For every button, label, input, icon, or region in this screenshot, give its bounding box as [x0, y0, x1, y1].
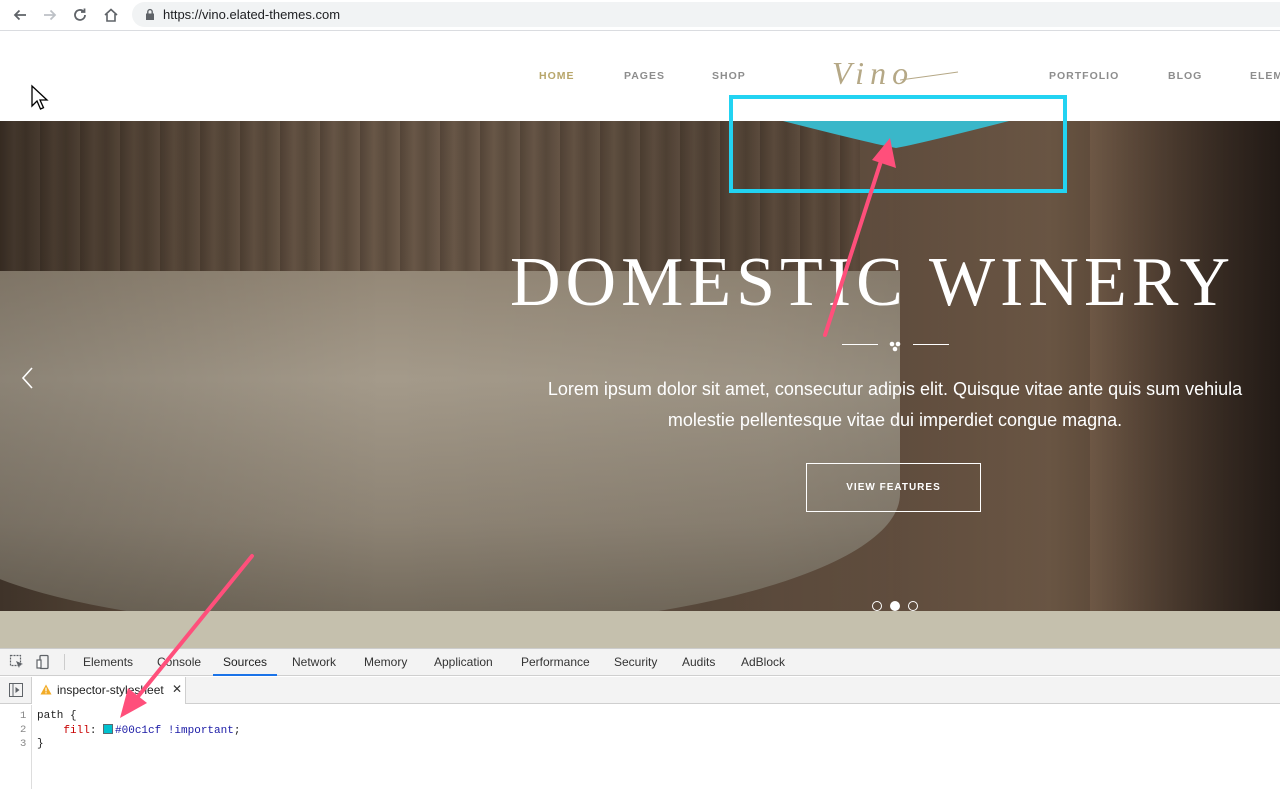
line-gutter: 1 2 3	[0, 705, 32, 789]
tab-network[interactable]: Network	[290, 649, 338, 676]
code-line-3: }	[37, 738, 44, 750]
menu-item-elements[interactable]: ELEM	[1250, 70, 1280, 82]
divider-ornament-icon	[889, 341, 901, 352]
line-number: 3	[20, 738, 27, 750]
hero-title: DOMESTIC WINERY	[510, 244, 1236, 321]
forward-icon[interactable]	[39, 4, 61, 26]
highlight-box	[729, 95, 1067, 193]
hero-slider: DOMESTIC WINERY Lorem ipsum dolor sit am…	[0, 121, 1280, 611]
inspect-element-icon[interactable]	[9, 654, 25, 670]
menu-item-blog[interactable]: BLOG	[1168, 70, 1202, 82]
slider-pagination	[872, 601, 918, 611]
hero-text-line-1: Lorem ipsum dolor sit amet, consecutur a…	[547, 379, 1243, 399]
tab-audits[interactable]: Audits	[680, 649, 717, 676]
menu-item-pages[interactable]: PAGES	[624, 70, 665, 82]
hero-overlay	[0, 121, 1280, 611]
back-icon[interactable]	[9, 4, 31, 26]
mouse-cursor-icon	[31, 84, 49, 110]
tab-elements[interactable]: Elements	[81, 649, 135, 676]
tab-security[interactable]: Security	[612, 649, 659, 676]
close-icon[interactable]: ✕	[172, 682, 182, 696]
tab-sources[interactable]: Sources	[213, 649, 278, 676]
reload-icon[interactable]	[69, 4, 91, 26]
slide-bullet-1[interactable]	[872, 601, 882, 611]
color-swatch[interactable]	[103, 724, 114, 734]
lock-icon	[146, 8, 154, 20]
view-features-button[interactable]: VIEW FEATURES	[806, 463, 981, 512]
menu-item-shop[interactable]: SHOP	[712, 70, 746, 82]
browser-toolbar: https://vino.elated-themes.com	[0, 0, 1280, 31]
code-line-1: path {	[37, 710, 77, 722]
tab-memory[interactable]: Memory	[362, 649, 409, 676]
logo-text: Vino	[832, 55, 914, 91]
title-divider	[842, 341, 949, 352]
site-header: HOME PAGES SHOP Vino PORTFOLIO BLOG ELEM	[0, 32, 1280, 121]
hero-description: Lorem ipsum dolor sit amet, consecutur a…	[500, 374, 1280, 436]
devtools-panel: Elements Console Sources Network Memory …	[0, 648, 1280, 789]
sources-file-bar: inspector-stylesheet ✕	[0, 677, 1280, 704]
tab-application[interactable]: Application	[432, 649, 495, 676]
slide-bullet-2[interactable]	[890, 601, 900, 611]
devtools-tabbar: Elements Console Sources Network Memory …	[0, 649, 1280, 676]
prev-slide-arrow-icon[interactable]	[20, 367, 36, 389]
slide-bullet-3[interactable]	[908, 601, 918, 611]
device-toolbar-icon[interactable]	[36, 654, 52, 670]
home-icon[interactable]	[100, 4, 122, 26]
css-property: fill	[63, 725, 90, 737]
section-strip	[0, 611, 1280, 648]
menu-item-home[interactable]: HOME	[539, 70, 575, 82]
tab-console[interactable]: Console	[155, 649, 203, 676]
warning-icon	[40, 684, 52, 695]
code-line-2: fill: #00c1cf !important;	[63, 724, 241, 737]
css-value: #00c1cf !important	[115, 725, 234, 737]
code-editor[interactable]: 1 2 3 path { fill: #00c1cf !important; }	[0, 705, 1280, 789]
file-tab-label: inspector-stylesheet	[57, 683, 164, 697]
line-number: 2	[20, 724, 27, 736]
file-tab-inspector-stylesheet[interactable]: inspector-stylesheet ✕	[31, 677, 186, 704]
vino-logo[interactable]: Vino	[830, 54, 962, 94]
address-bar[interactable]: https://vino.elated-themes.com	[132, 2, 1280, 27]
url-text: https://vino.elated-themes.com	[163, 7, 341, 22]
tab-performance[interactable]: Performance	[519, 649, 592, 676]
line-number: 1	[20, 710, 27, 722]
menu-item-portfolio[interactable]: PORTFOLIO	[1049, 70, 1119, 82]
tab-adblock[interactable]: AdBlock	[739, 649, 787, 676]
toggle-navigator-icon[interactable]	[9, 683, 23, 697]
hero-text-line-2: molestie pellentesque vitae dui imperdie…	[667, 410, 1123, 430]
